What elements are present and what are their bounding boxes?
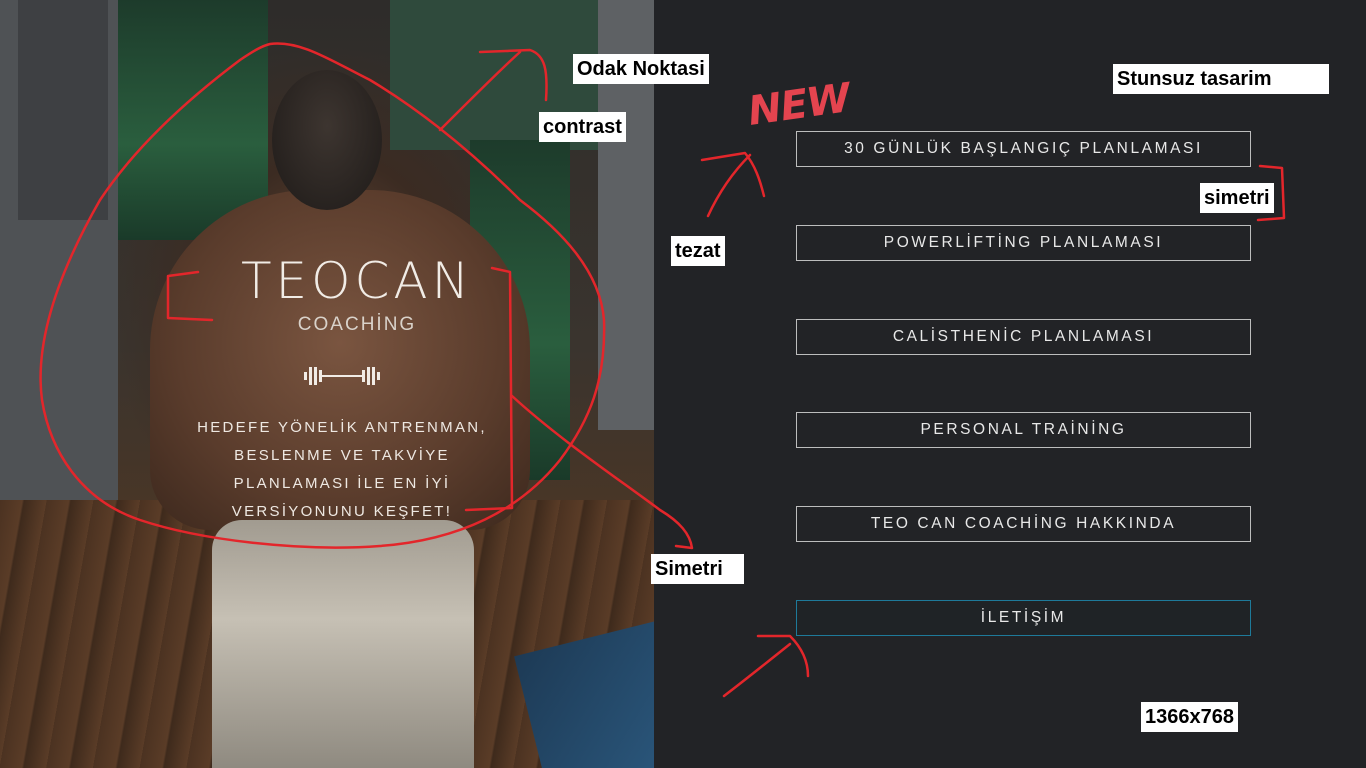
annotation-tezat: tezat <box>671 236 725 266</box>
menu-item-contact[interactable]: İLETİŞİM <box>796 600 1251 636</box>
menu-item-30-day-plan[interactable]: 30 GÜNLÜK BAŞLANGIÇ PLANLAMASI <box>796 131 1251 167</box>
tagline-line: VERSİYONUNU KEŞFET! <box>231 503 453 520</box>
annotation-contrast: contrast <box>539 112 626 142</box>
annotation-odak-noktasi: Odak Noktasi <box>573 54 709 84</box>
brand-title: TEOCAN <box>240 252 473 310</box>
tagline: HEDEFE YÖNELİK ANTRENMAN, BESLENME VE TA… <box>172 414 512 526</box>
menu-item-powerlifting[interactable]: POWERLİFTİNG PLANLAMASI <box>796 225 1251 261</box>
dumbbell-icon <box>304 367 380 385</box>
tagline-line: HEDEFE YÖNELİK ANTRENMAN, <box>197 419 487 436</box>
menu-item-about[interactable]: TEO CAN COACHİNG HAKKINDA <box>796 506 1251 542</box>
annotation-simetri-right: simetri <box>1200 183 1274 213</box>
menu-item-calisthenic[interactable]: CALİSTHENİC PLANLAMASI <box>796 319 1251 355</box>
annotation-simetri-left: Simetri <box>651 554 744 584</box>
tagline-line: PLANLAMASI İLE EN İYİ <box>233 475 451 492</box>
menu-item-personal-training[interactable]: PERSONAL TRAİNİNG <box>796 412 1251 448</box>
tagline-line: BESLENME VE TAKVİYE <box>234 447 450 464</box>
new-label: NEW <box>745 75 853 135</box>
brand-subtitle: COACHİNG <box>297 314 417 335</box>
contrast-arrow-stroke <box>700 151 766 218</box>
annotation-resolution: 1366x768 <box>1141 702 1238 732</box>
contact-arrow-stroke <box>722 634 810 698</box>
annotation-stunsuz-tasarim: Stunsuz tasarim <box>1113 64 1329 94</box>
